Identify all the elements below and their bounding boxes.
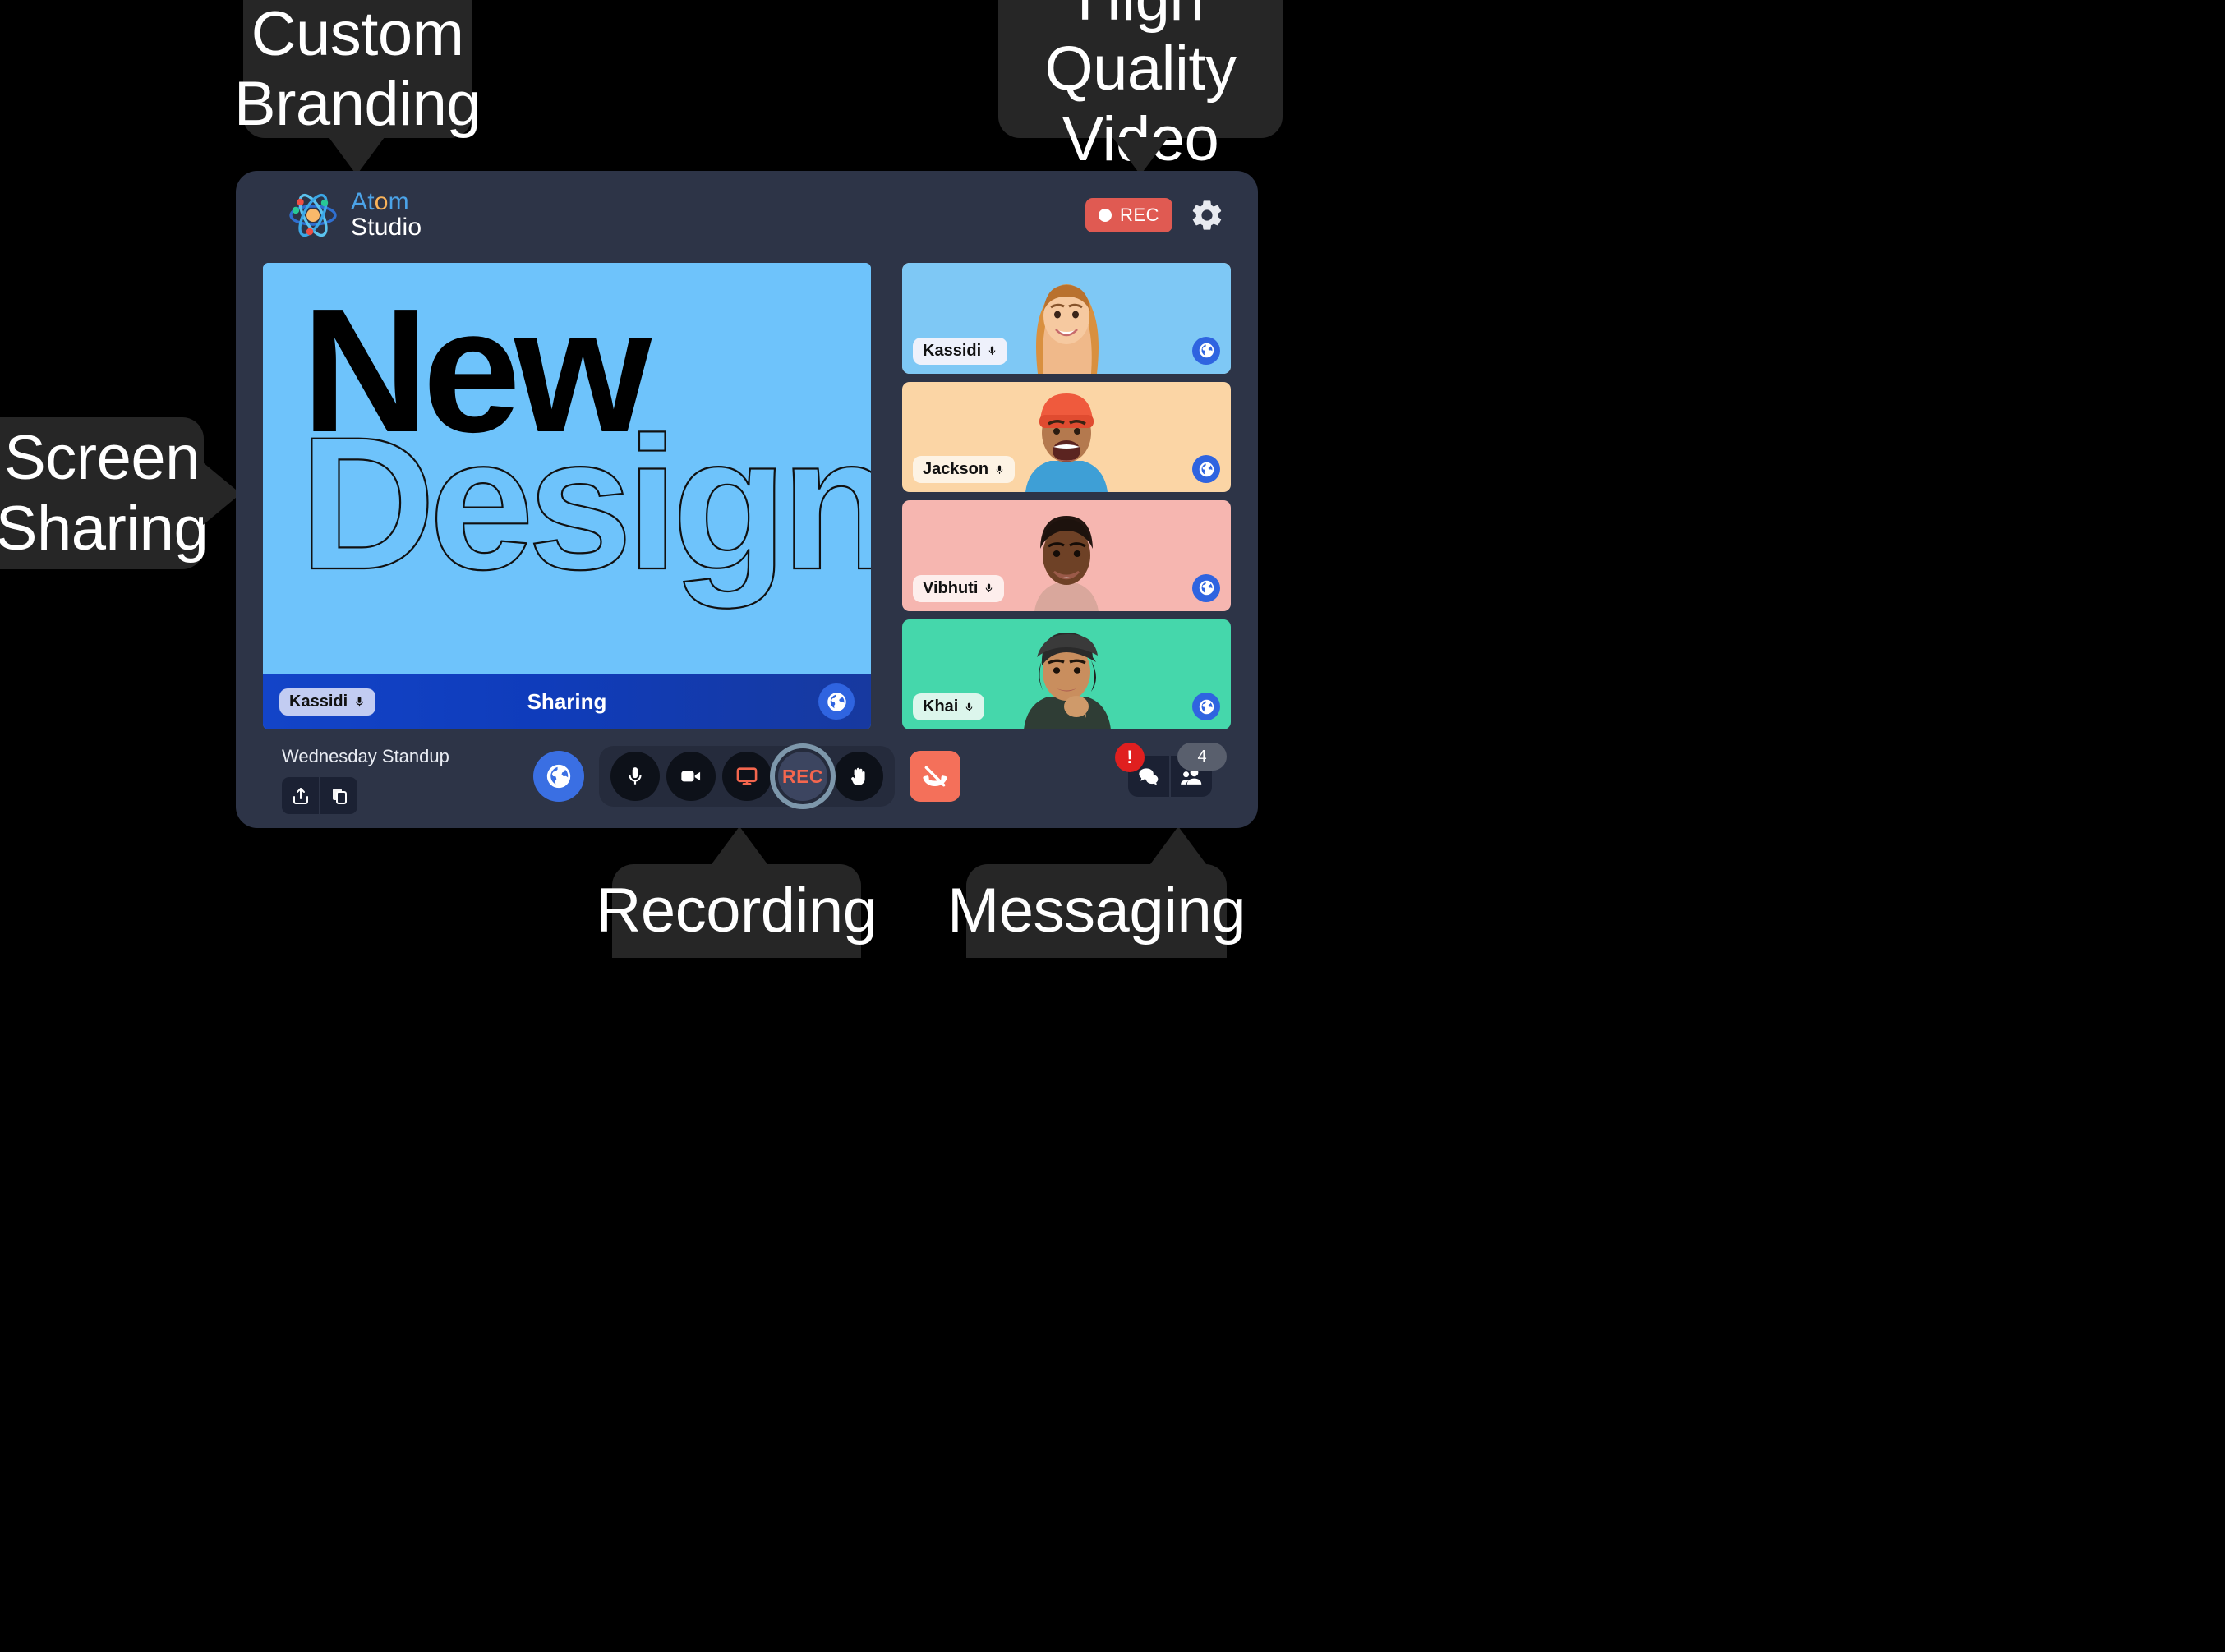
record-button[interactable]: REC [770,743,836,809]
camera-button[interactable] [666,752,716,801]
participant-tile[interactable]: Jackson [902,381,1231,492]
avatar [1025,393,1108,492]
callout-label: Custom Branding [233,0,481,139]
participant-name: Kassidi [923,341,982,360]
participant-nametag: Kassidi [913,337,1008,365]
video-camera-icon [681,771,701,782]
rec-dot-icon [1099,209,1112,222]
alert-badge: ! [1115,743,1145,772]
microphone-icon [996,465,1003,474]
app-footer: Wednesday Standup REC ! 4 [236,731,1258,828]
control-pill-group: REC [599,743,895,809]
callout-label: Messaging [947,876,1246,946]
microphone-button[interactable] [610,752,660,801]
callout-tail-messaging [1150,826,1206,864]
meeting-title: Wednesday Standup [282,746,449,766]
meeting-controls: REC [533,743,960,809]
microphone-icon [988,346,996,355]
callout-messaging: Messaging [947,864,1246,958]
phone-hangup-icon [923,766,947,787]
participant-name: Khai [923,697,959,716]
participant-name: Vibhuti [923,578,979,597]
meeting-actions [282,777,449,814]
participant-tile[interactable]: Kassidi [902,263,1231,374]
atom-icon [287,189,339,242]
participant-nametag: Jackson [913,456,1016,483]
participants-button[interactable]: 4 [1171,743,1227,797]
shared-slide: New Design [263,263,871,674]
participant-tile[interactable]: Khai [902,619,1231,729]
chat-button[interactable]: ! [1115,743,1169,797]
chat-bubbles-icon [1139,768,1159,785]
callout-tail-high-quality-video [1112,137,1168,175]
callout-recording: Recording [597,864,878,958]
participant-name: Jackson [923,460,989,478]
callout-tail-recording [712,826,767,864]
participant-tile[interactable]: Vibhuti [902,500,1231,611]
globe-icon[interactable] [1192,455,1220,483]
brand-line-1: Atom [351,188,409,216]
avatar [1024,633,1111,729]
app-window: Atom Studio REC New Design Kassidi Shari… [236,171,1258,828]
stage-status-bar: Kassidi Sharing [263,674,871,729]
gear-icon[interactable] [1189,197,1225,233]
microphone-icon [986,583,993,592]
callout-high-quality-video: High Quality Video [998,0,1283,174]
participant-nametag: Khai [913,693,985,720]
leave-call-button[interactable] [910,751,960,802]
callout-label: Recording [596,876,878,946]
monitor-screen-icon [736,767,758,785]
header-controls: REC [1085,197,1225,233]
screen-share-stage[interactable]: New Design Kassidi Sharing [263,263,871,729]
brand-logo[interactable]: Atom Studio [287,189,422,242]
copy-icon[interactable] [320,777,357,814]
globe-icon[interactable] [1192,573,1220,602]
callout-screen-sharing: Screen Sharing [0,417,209,569]
app-header: Atom Studio REC [236,171,1258,261]
rec-indicator-label: REC [1120,205,1159,225]
participant-nametag: Vibhuti [913,574,1005,602]
globe-icon[interactable] [818,683,855,720]
microphone-icon [629,767,642,785]
share-upload-icon[interactable] [282,777,319,814]
participant-count-badge: 4 [1177,743,1227,771]
stage-status-label: Sharing [527,688,607,714]
callout-label: Screen Sharing [0,423,209,564]
rec-indicator-button[interactable]: REC [1085,198,1172,232]
meeting-info: Wednesday Standup [282,746,449,814]
raise-hand-button[interactable] [834,752,883,801]
screen-share-button[interactable] [722,752,772,801]
globe-icon[interactable] [533,751,584,802]
raise-hand-icon [851,767,865,785]
record-button-label: REC [781,765,824,787]
callout-tail-custom-branding [329,137,385,175]
participant-rail: Kassidi Jackson Vibhuti Khai [902,263,1231,729]
slide-headline-outline: Design [298,398,871,609]
globe-icon[interactable] [1192,693,1220,720]
globe-icon[interactable] [1192,336,1220,365]
avatar [1036,283,1099,374]
right-controls: ! 4 [1115,743,1227,797]
callout-custom-branding: Custom Branding [234,0,481,139]
microphone-icon [966,702,973,711]
brand-line-2: Studio [351,214,422,241]
avatar [1034,515,1099,611]
